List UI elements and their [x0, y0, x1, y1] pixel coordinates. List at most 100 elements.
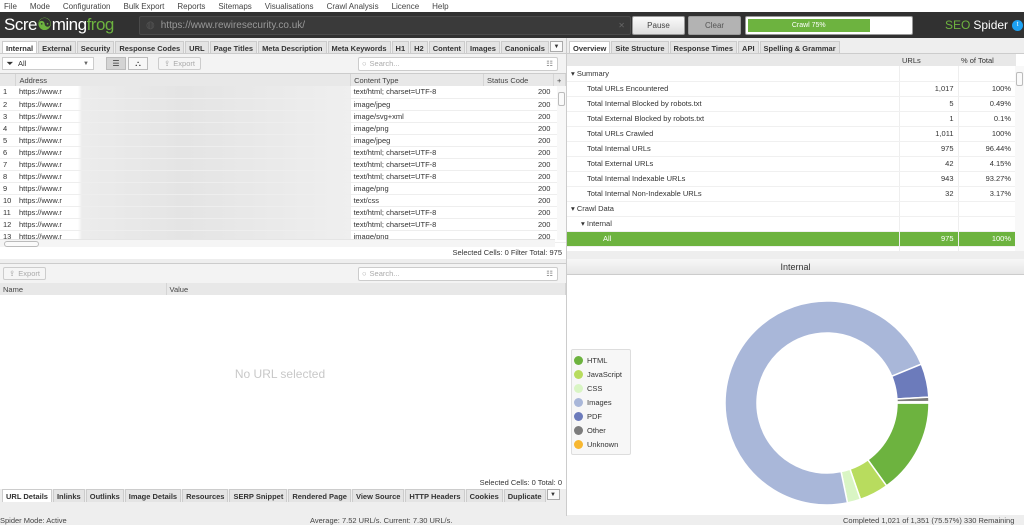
address-cell[interactable]: https://www.r: [15, 158, 351, 171]
table-row[interactable]: 9 https://www.r image/png 200: [0, 182, 566, 195]
scrollbar-thumb[interactable]: [558, 92, 565, 106]
legend-item[interactable]: HTML: [574, 353, 628, 367]
vertical-scrollbar[interactable]: [557, 86, 566, 240]
horizontal-scrollbar[interactable]: [0, 239, 555, 247]
tab-resources[interactable]: Resources: [182, 489, 229, 502]
address-cell[interactable]: https://www.r: [15, 182, 351, 195]
menu-crawl-analysis[interactable]: Crawl Analysis: [327, 2, 379, 11]
tabs-overflow-dropdown[interactable]: ▼: [546, 489, 560, 500]
table-row[interactable]: 4 https://www.r image/png 200: [0, 122, 566, 135]
scrollbar-thumb[interactable]: [1016, 72, 1023, 86]
table-row[interactable]: 11 https://www.r text/html; charset=UTF-8 2…: [0, 206, 566, 219]
address-cell[interactable]: https://www.r: [15, 146, 351, 159]
tab-spelling-grammar[interactable]: Spelling & Grammar: [759, 41, 840, 53]
table-row[interactable]: 3 https://www.r image/svg+xml 200: [0, 110, 566, 123]
tab-view-source[interactable]: View Source: [351, 489, 405, 502]
table-row[interactable]: 12 https://www.r text/html; charset=UTF-8 2…: [0, 218, 566, 231]
menu-help[interactable]: Help: [432, 2, 448, 11]
clear-url-icon[interactable]: ✕: [618, 21, 625, 30]
menu-sitemaps[interactable]: Sitemaps: [218, 2, 251, 11]
overview-row[interactable]: HTML 14715.08%: [567, 246, 1016, 251]
twitter-icon[interactable]: t: [1012, 19, 1024, 31]
tab-api[interactable]: API: [738, 41, 759, 53]
overview-row[interactable]: Total Internal Indexable URLs 943 93.27%: [567, 171, 1016, 187]
list-view-button[interactable]: ☰: [106, 57, 126, 70]
tree-group-row[interactable]: ▾ Summary: [567, 66, 1016, 82]
tab-meta-description[interactable]: Meta Description: [258, 41, 327, 53]
table-row[interactable]: 10 https://www.r text/css 200: [0, 194, 566, 207]
tab-duplicate[interactable]: Duplicate: [503, 489, 546, 502]
menu-mode[interactable]: Mode: [30, 2, 50, 11]
search-options-icon[interactable]: ☷: [546, 59, 553, 68]
menu-bulk-export[interactable]: Bulk Export: [124, 2, 165, 11]
address-cell[interactable]: https://www.r: [15, 194, 351, 207]
detail-search-input[interactable]: ○ Search... ☷: [358, 266, 558, 281]
tab-inlinks[interactable]: Inlinks: [52, 489, 85, 502]
column-header-status-code[interactable]: Status Code: [483, 74, 554, 86]
legend-item[interactable]: Other: [574, 423, 628, 437]
tab-http-headers[interactable]: HTTP Headers: [405, 489, 465, 502]
overview-row[interactable]: Total URLs Encountered 1,017 100%: [567, 81, 1016, 97]
table-row[interactable]: 6 https://www.r text/html; charset=UTF-8 20…: [0, 146, 566, 159]
table-row[interactable]: 5 https://www.r image/jpeg 200: [0, 134, 566, 147]
overview-row[interactable]: Total Internal Blocked by robots.txt 5 0.4…: [567, 96, 1016, 112]
column-header-value[interactable]: Value: [166, 283, 566, 295]
tree-group-row[interactable]: ▾ Crawl Data: [567, 201, 1016, 217]
donut-slice-unknown[interactable]: [896, 400, 930, 404]
legend-item[interactable]: CSS: [574, 381, 628, 395]
tab-h1[interactable]: H1: [391, 41, 410, 53]
overview-row[interactable]: Total External URLs 42 4.15%: [567, 156, 1016, 172]
tab-security[interactable]: Security: [76, 41, 115, 53]
address-cell[interactable]: https://www.r: [15, 134, 351, 147]
tab-canonicals[interactable]: Canonicals: [500, 41, 549, 53]
tab-cookies[interactable]: Cookies: [465, 489, 503, 502]
address-cell[interactable]: https://www.r: [15, 98, 351, 111]
scrollbar-thumb[interactable]: [4, 241, 39, 247]
address-cell[interactable]: https://www.r: [15, 110, 351, 123]
table-row[interactable]: 1 https://www.r text/html; charset=UTF-8 20…: [0, 86, 566, 99]
tab-h2[interactable]: H2: [410, 41, 428, 53]
tabs-overflow-dropdown[interactable]: ▼: [549, 41, 563, 52]
overview-row[interactable]: Total External Blocked by robots.txt 1 0.1…: [567, 111, 1016, 127]
pause-button[interactable]: Pause: [632, 16, 685, 35]
column-header-urls[interactable]: URLs: [899, 54, 958, 66]
detail-export-button[interactable]: ⇪ Export: [3, 267, 46, 280]
overview-row[interactable]: All 975 100%: [567, 231, 1016, 247]
search-options-icon[interactable]: ☷: [546, 269, 553, 278]
column-header-content-type[interactable]: Content Type: [350, 74, 485, 86]
overview-row[interactable]: Total URLs Crawled 1,011 100%: [567, 126, 1016, 142]
tree-group-row[interactable]: ▾ Internal: [567, 216, 1016, 232]
legend-item[interactable]: Unknown: [574, 437, 628, 451]
tab-response-times[interactable]: Response Times: [669, 41, 738, 53]
legend-item[interactable]: JavaScript: [574, 367, 628, 381]
export-button[interactable]: ⇪ Export: [158, 57, 201, 70]
column-header-name[interactable]: Name: [0, 283, 167, 295]
legend-item[interactable]: PDF: [574, 409, 628, 423]
tab-content[interactable]: Content: [428, 41, 466, 53]
table-row[interactable]: 7 https://www.r text/html; charset=UTF-8 20…: [0, 158, 566, 171]
tab-serp-snippet[interactable]: SERP Snippet: [229, 489, 288, 502]
address-cell[interactable]: https://www.r: [15, 170, 351, 183]
menu-visualisations[interactable]: Visualisations: [265, 2, 314, 11]
tab-url-details[interactable]: URL Details: [2, 489, 52, 502]
tab-site-structure[interactable]: Site Structure: [611, 41, 669, 53]
vertical-scrollbar[interactable]: [1015, 66, 1024, 251]
address-cell[interactable]: https://www.r: [15, 86, 351, 99]
url-input[interactable]: ◍ https://www.rewiresecurity.co.uk/ ✕: [139, 16, 631, 35]
clear-button[interactable]: Clear: [688, 16, 741, 35]
menu-reports[interactable]: Reports: [177, 2, 205, 11]
tree-view-button[interactable]: ⛬: [128, 57, 148, 70]
tab-url[interactable]: URL: [185, 41, 209, 53]
table-row[interactable]: 8 https://www.r text/html; charset=UTF-8 20…: [0, 170, 566, 183]
add-column-icon[interactable]: +: [553, 74, 567, 86]
address-cell[interactable]: https://www.r: [15, 206, 351, 219]
table-row[interactable]: 2 https://www.r image/jpeg 200: [0, 98, 566, 111]
tab-image-details[interactable]: Image Details: [124, 489, 182, 502]
tab-internal[interactable]: Internal: [2, 41, 38, 53]
tab-images[interactable]: Images: [466, 41, 500, 53]
overview-row[interactable]: Total Internal Non-Indexable URLs 32 3.17%: [567, 186, 1016, 202]
tab-page-titles[interactable]: Page Titles: [209, 41, 258, 53]
tab-rendered-page[interactable]: Rendered Page: [288, 489, 351, 502]
tab-response-codes[interactable]: Response Codes: [115, 41, 185, 53]
menu-licence[interactable]: Licence: [392, 2, 420, 11]
